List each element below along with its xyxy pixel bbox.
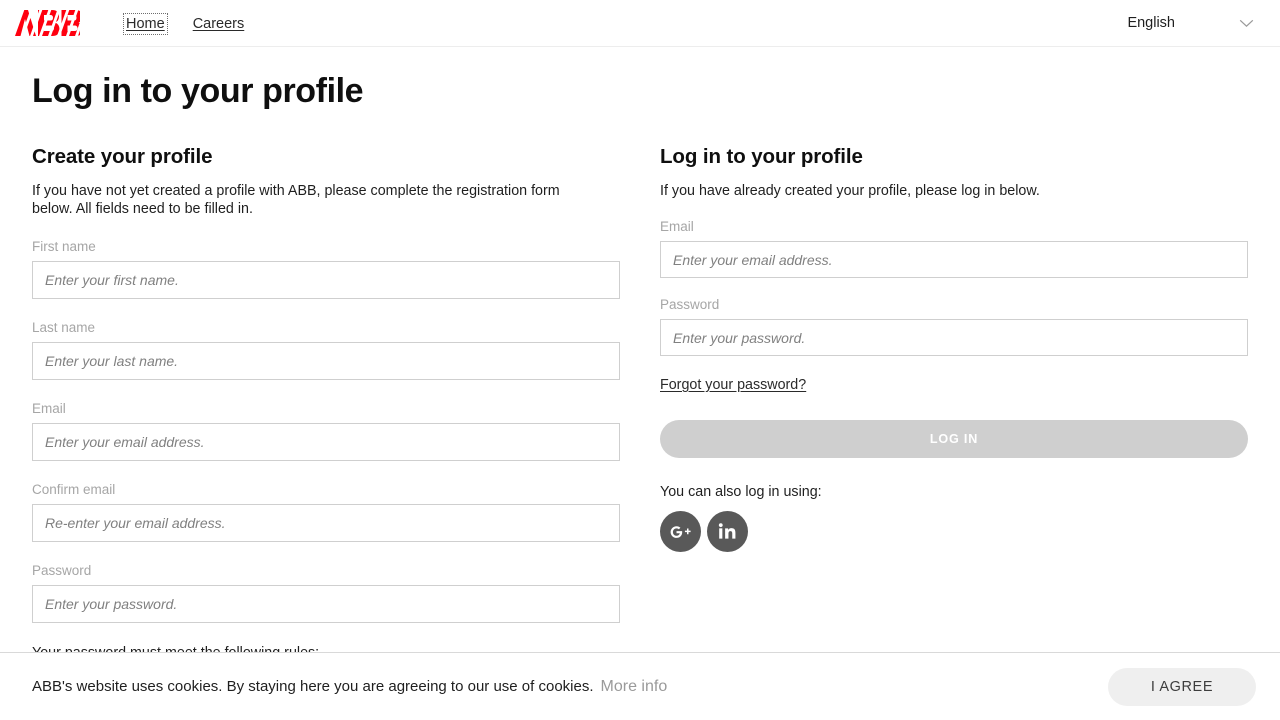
field-login-password: Password [660,297,1248,356]
label-last-name: Last name [32,320,96,335]
password-input[interactable] [32,585,620,623]
social-login-heading: You can also log in using: [660,484,822,500]
email-input[interactable] [32,423,620,461]
create-profile-heading: Create your profile [32,145,213,168]
language-selected-label: English [1127,15,1175,31]
cookie-message: ABB's website uses cookies. By staying h… [32,678,594,695]
nav-link-careers[interactable]: Careers [192,15,246,33]
cookie-consent-bar: ABB's website uses cookies. By staying h… [0,652,1280,720]
language-selector[interactable]: English [1127,15,1256,31]
label-login-password: Password [660,297,720,312]
last-name-input[interactable] [32,342,620,380]
field-password: Password [32,563,620,623]
create-profile-section: Create your profile If you have not yet … [32,145,620,661]
cookie-agree-button[interactable]: I AGREE [1108,667,1256,706]
field-login-email: Email [660,219,1248,278]
nav-link-home[interactable]: Home [123,13,168,35]
abb-logo[interactable] [14,10,80,36]
confirm-email-input[interactable] [32,504,620,542]
forgot-password-link[interactable]: Forgot your password? [660,377,806,393]
label-password: Password [32,563,92,578]
linkedin-icon [718,522,737,541]
linkedin-button[interactable] [707,511,748,552]
label-login-email: Email [660,219,694,234]
create-profile-description: If you have not yet created a profile wi… [32,183,560,217]
content-area: Create your profile If you have not yet … [0,145,1280,661]
main-nav: Home Careers [123,13,246,35]
login-description: If you have already created your profile… [660,183,1040,199]
field-email: Email [32,401,620,461]
field-first-name: First name [32,239,620,299]
field-last-name: Last name [32,320,620,380]
google-plus-button[interactable] [660,511,701,552]
login-email-input[interactable] [660,241,1248,278]
cookie-more-info-link[interactable]: More info [601,678,668,696]
login-heading: Log in to your profile [660,145,863,168]
social-login-row [660,511,1248,552]
google-plus-icon [669,524,693,540]
label-first-name: First name [32,239,96,254]
site-header: Home Careers English [0,0,1280,47]
label-confirm-email: Confirm email [32,482,116,497]
first-name-input[interactable] [32,261,620,299]
login-password-input[interactable] [660,319,1248,356]
field-confirm-email: Confirm email [32,482,620,542]
label-email: Email [32,401,66,416]
chevron-down-icon [1239,19,1254,28]
login-section: Log in to your profile If you have alrea… [660,145,1248,661]
page-title: Log in to your profile [32,72,364,110]
login-button[interactable]: LOG IN [660,420,1248,458]
